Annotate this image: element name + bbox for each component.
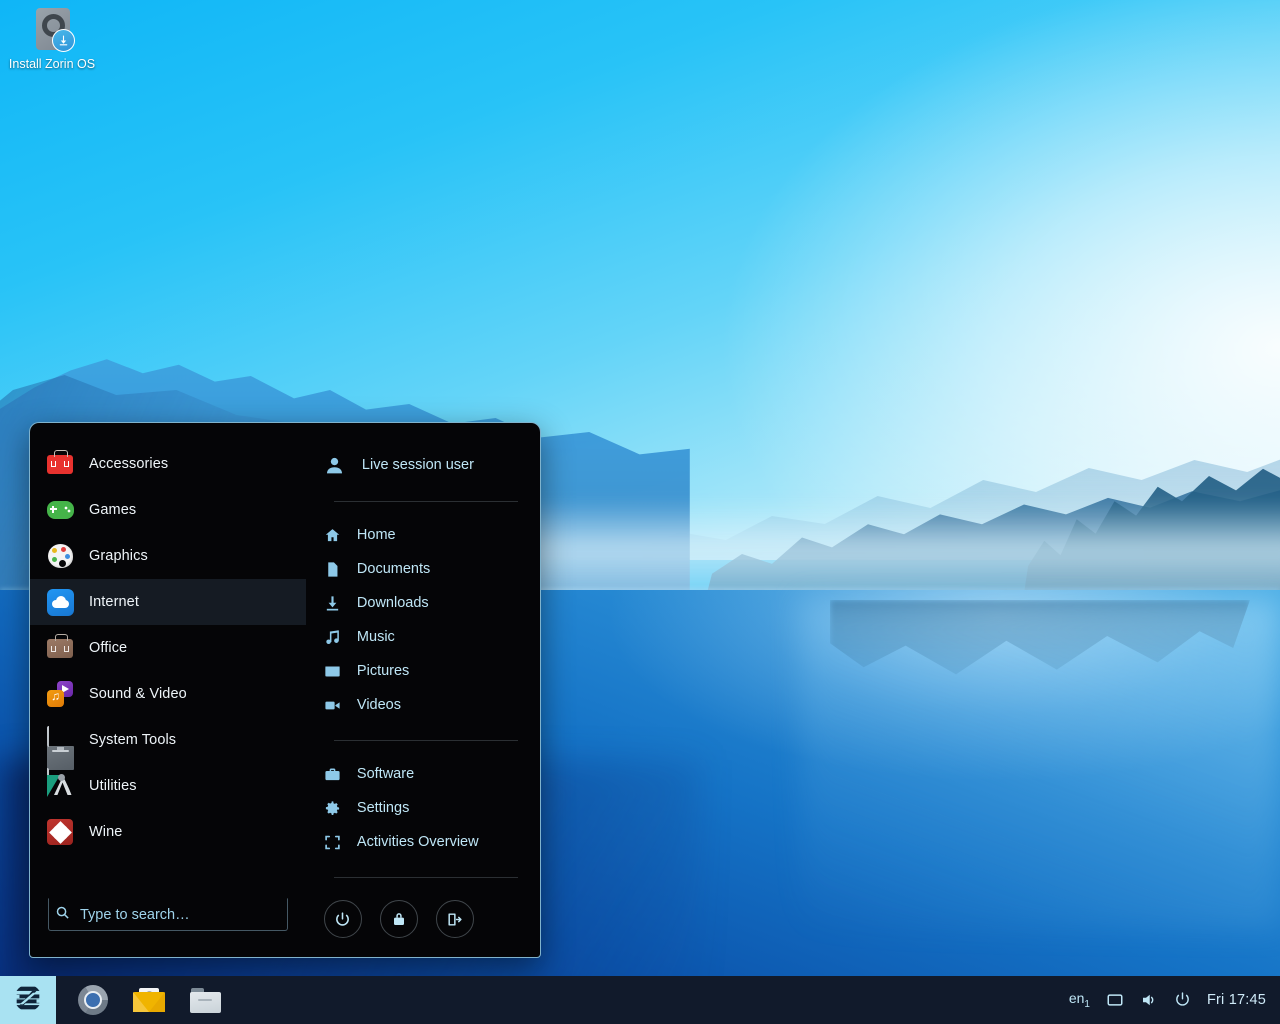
music-video-icon [46, 680, 74, 708]
divider [334, 501, 518, 502]
monitor-icon [46, 726, 74, 754]
search-icon [55, 905, 70, 925]
place-item-music[interactable]: Music [306, 620, 540, 654]
category-label: Utilities [89, 778, 137, 794]
zorin-logo-icon [11, 981, 45, 1020]
gear-icon [324, 800, 341, 817]
lock-screen-button[interactable] [380, 900, 418, 938]
place-item-downloads[interactable]: Downloads [306, 586, 540, 620]
user-avatar-icon [324, 454, 346, 476]
divider [334, 740, 518, 741]
system-label: Software [357, 766, 414, 782]
keyboard-layout-index: 1 [1084, 999, 1090, 1010]
home-icon [324, 527, 341, 544]
log-out-button[interactable] [436, 900, 474, 938]
desktop-icon-install-zorin-os[interactable]: Install Zorin OS [8, 6, 96, 72]
category-label: Internet [89, 594, 139, 610]
briefcase-icon [46, 634, 74, 662]
zorin-start-button[interactable] [0, 976, 56, 1024]
category-label: Wine [89, 824, 122, 840]
category-item-sound-and-video[interactable]: Sound & Video [30, 671, 306, 717]
place-label: Videos [357, 697, 401, 713]
keyboard-layout-indicator[interactable]: en1 [1069, 990, 1090, 1010]
gamepad-icon [46, 496, 74, 524]
category-item-games[interactable]: Games [30, 487, 306, 533]
installer-disk-icon [28, 6, 76, 54]
software-bag-icon [324, 766, 341, 783]
category-label: Games [89, 502, 136, 518]
divider [334, 877, 518, 878]
category-item-system-tools[interactable]: System Tools [30, 717, 306, 763]
system-label: Settings [357, 800, 409, 816]
category-item-wine[interactable]: Wine [30, 809, 306, 855]
download-icon [324, 595, 341, 612]
image-icon [324, 663, 341, 680]
system-item-activities-overview[interactable]: Activities Overview [306, 825, 540, 859]
session-buttons [306, 894, 540, 938]
category-item-graphics[interactable]: Graphics [30, 533, 306, 579]
search-input[interactable] [80, 907, 281, 923]
category-item-internet[interactable]: Internet [30, 579, 306, 625]
category-list: Accessories Games Graphics Internet [30, 441, 306, 855]
place-label: Home [357, 527, 396, 543]
category-label: System Tools [89, 732, 176, 748]
palette-icon [46, 542, 74, 570]
mail-launcher[interactable]: @ [126, 977, 172, 1023]
download-badge-icon [52, 29, 75, 52]
wine-icon [46, 818, 74, 846]
start-menu-categories-panel: Accessories Games Graphics Internet [30, 423, 306, 957]
category-item-office[interactable]: Office [30, 625, 306, 671]
category-label: Graphics [89, 548, 148, 564]
search-area [30, 898, 306, 957]
system-label: Activities Overview [357, 834, 479, 850]
volume-icon[interactable] [1140, 991, 1158, 1009]
place-label: Music [357, 629, 395, 645]
category-item-accessories[interactable]: Accessories [30, 441, 306, 487]
start-menu-places-panel: Live session user Home Documents [306, 423, 540, 957]
place-item-documents[interactable]: Documents [306, 552, 540, 586]
category-label: Office [89, 640, 127, 656]
user-name-label: Live session user [362, 457, 474, 473]
place-item-home[interactable]: Home [306, 518, 540, 552]
start-menu: Accessories Games Graphics Internet [29, 422, 541, 958]
keyboard-layout-label: en [1069, 990, 1085, 1006]
search-box[interactable] [48, 898, 288, 931]
power-tray-icon[interactable] [1174, 991, 1191, 1008]
cloud-icon [46, 588, 74, 616]
system-tray: en1 Fri 17:45 [1069, 990, 1280, 1010]
mail-icon: @ [133, 988, 165, 1012]
category-label: Accessories [89, 456, 168, 472]
power-off-button[interactable] [324, 900, 362, 938]
user-account-item[interactable]: Live session user [306, 447, 540, 483]
wallpaper-water-highlight [800, 600, 1280, 930]
compass-icon [46, 772, 74, 800]
category-label: Sound & Video [89, 686, 187, 702]
files-launcher[interactable] [182, 977, 228, 1023]
toolbox-icon [46, 450, 74, 478]
place-label: Documents [357, 561, 430, 577]
music-note-icon [324, 629, 341, 646]
system-item-settings[interactable]: Settings [306, 791, 540, 825]
place-label: Downloads [357, 595, 429, 611]
place-label: Pictures [357, 663, 409, 679]
taskbar-launchers: @ [56, 977, 228, 1023]
display-icon[interactable] [1106, 991, 1124, 1009]
activities-frame-icon [324, 834, 341, 851]
chromium-icon [78, 985, 108, 1015]
clock[interactable]: Fri 17:45 [1207, 992, 1266, 1008]
desktop-icon-label: Install Zorin OS [8, 57, 96, 72]
place-item-videos[interactable]: Videos [306, 688, 540, 722]
document-icon [324, 561, 341, 578]
video-camera-icon [324, 697, 341, 714]
desktop: Install Zorin OS Accessories Games [0, 0, 1280, 1024]
place-item-pictures[interactable]: Pictures [306, 654, 540, 688]
taskbar: @ en1 [0, 976, 1280, 1024]
folder-icon [190, 988, 221, 1013]
chromium-launcher[interactable] [70, 977, 116, 1023]
system-item-software[interactable]: Software [306, 757, 540, 791]
